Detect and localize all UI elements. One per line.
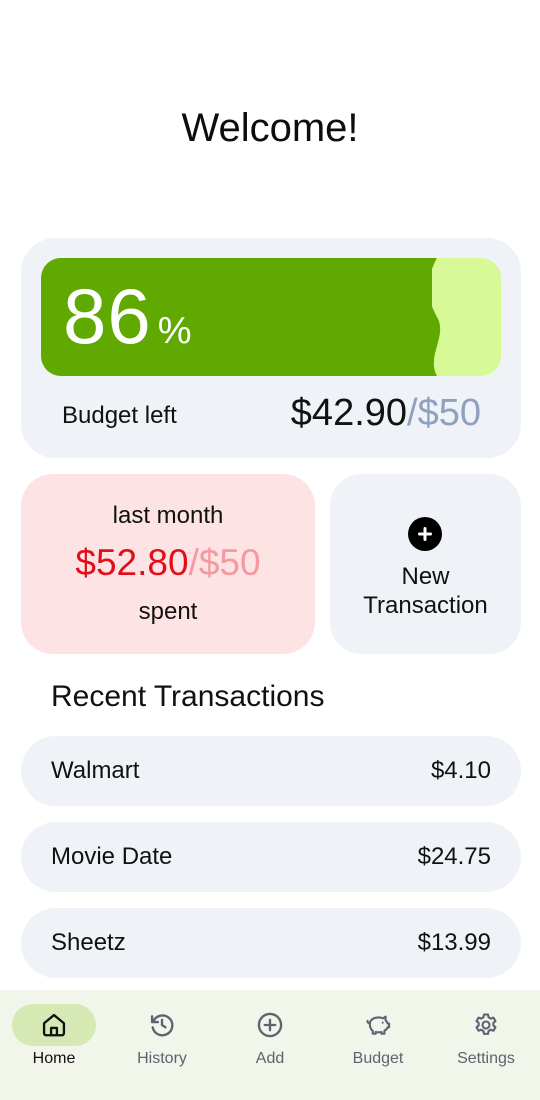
budget-amount-left: $42.90 [290,392,408,434]
last-month-spent: $52.80 [75,542,189,583]
last-month-spent-label: spent [138,598,198,625]
nav-item-budget[interactable]: Budget [324,990,432,1100]
transaction-name: Movie Date [51,843,173,870]
transaction-name: Walmart [51,757,140,784]
bottom-nav: Home History Add Budget Settings [0,990,540,1100]
budget-percent: 86 % [63,276,192,356]
transaction-row[interactable]: Sheetz $13.99 [21,908,521,978]
nav-item-settings[interactable]: Settings [432,990,540,1100]
transaction-row[interactable]: Walmart $4.10 [21,736,521,806]
budget-left-label: Budget left [62,402,177,429]
plus-circle-icon [408,517,442,551]
new-transaction-label-line1: New [401,563,450,590]
nav-item-add[interactable]: Add [216,990,324,1100]
last-month-title: last month [112,502,224,529]
transaction-name: Sheetz [51,929,126,956]
recent-transactions-heading: Recent Transactions [51,680,325,713]
page-title: Welcome! [181,106,359,150]
transaction-amount: $24.75 [417,843,491,870]
nav-label-history: History [137,1050,187,1067]
budget-percent-value: 86 [63,272,152,360]
last-month-card: last month $52.80/$50 spent [21,474,315,654]
budget-amount: $42.90/$50 [291,392,481,435]
last-month-amount: $52.80/$50 [21,542,315,584]
transaction-amount: $13.99 [417,929,491,956]
piggy-bank-icon [366,1015,391,1035]
last-month-limit: /$50 [188,542,261,583]
nav-label-settings: Settings [457,1050,515,1067]
nav-label-add: Add [255,1050,285,1067]
nav-item-history[interactable]: History [108,990,216,1100]
nav-item-home[interactable]: Home [0,990,108,1100]
add-circle-icon [257,1012,283,1038]
budget-amount-limit: /$50 [407,392,481,434]
new-transaction-label-line2: Transaction [363,592,488,619]
gear-icon [475,1013,497,1035]
home-icon [42,1013,66,1037]
transaction-row[interactable]: Movie Date $24.75 [21,822,521,892]
new-transaction-button[interactable]: New Transaction [330,474,521,654]
history-icon [150,1014,174,1037]
budget-progress-bar: 86 % [41,258,501,376]
budget-percent-sign: % [157,310,192,352]
new-transaction-label: New Transaction [330,562,521,620]
budget-card: 86 % Budget left $42.90/$50 [21,238,521,458]
nav-label-home: Home [32,1050,76,1067]
progress-wave-edge [432,258,441,376]
transaction-amount: $4.10 [430,757,491,784]
nav-label-budget: Budget [352,1050,404,1067]
